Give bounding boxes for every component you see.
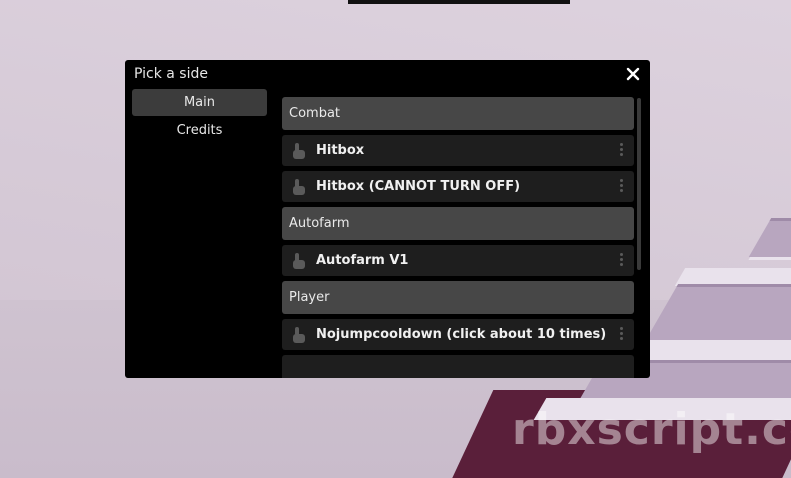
button-label: Nojumpcooldown (click about 10 times) xyxy=(316,327,607,342)
hand-pointer-icon xyxy=(293,179,305,195)
close-icon xyxy=(626,67,640,81)
tab-credits[interactable]: Credits xyxy=(132,117,267,144)
game-viewport: rbxscript.co Pick a side Main Credits Co… xyxy=(0,0,791,478)
close-button[interactable] xyxy=(624,65,642,83)
watermark-text: rbxscript.co xyxy=(512,404,791,455)
hand-pointer-icon xyxy=(293,143,305,159)
button-hitbox[interactable]: Hitbox xyxy=(282,135,634,166)
top-bar xyxy=(348,0,570,4)
button-partial-next[interactable] xyxy=(282,355,634,378)
button-nojumpcooldown[interactable]: Nojumpcooldown (click about 10 times) xyxy=(282,319,634,350)
section-header-combat: Combat xyxy=(282,97,634,130)
button-label: Autofarm V1 xyxy=(316,253,409,268)
vertical-dots-icon xyxy=(620,143,624,159)
hand-pointer-icon xyxy=(293,253,305,269)
script-window: Pick a side Main Credits Combat Hitbox H… xyxy=(125,60,650,378)
button-label: Hitbox (CANNOT TURN OFF) xyxy=(316,179,521,194)
window-title: Pick a side xyxy=(134,66,208,82)
scrollbar[interactable] xyxy=(637,98,641,270)
title-bar[interactable]: Pick a side xyxy=(125,60,650,88)
vertical-dots-icon xyxy=(620,327,624,343)
vertical-dots-icon xyxy=(620,253,624,269)
section-header-player: Player xyxy=(282,281,634,314)
section-header-autofarm: Autofarm xyxy=(282,207,634,240)
hand-pointer-icon xyxy=(293,327,305,343)
button-hitbox-cannot-turn-off[interactable]: Hitbox (CANNOT TURN OFF) xyxy=(282,171,634,202)
button-label: Hitbox xyxy=(316,143,365,158)
tab-main[interactable]: Main xyxy=(132,89,267,116)
tab-content: Combat Hitbox Hitbox (CANNOT TURN OFF) A… xyxy=(282,97,634,378)
button-autofarm-v1[interactable]: Autofarm V1 xyxy=(282,245,634,276)
sidebar: Main Credits xyxy=(132,89,267,145)
vertical-dots-icon xyxy=(620,179,624,195)
